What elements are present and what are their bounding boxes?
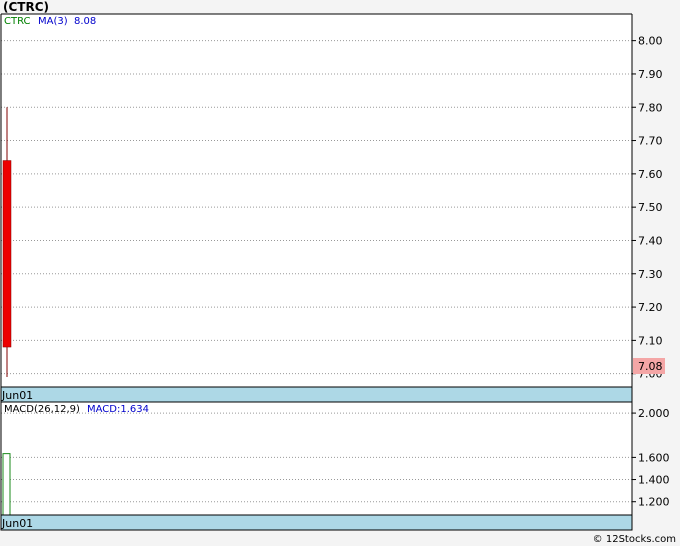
candle-body [2,160,12,348]
macd-panel [1,402,632,515]
macd-value: MACD:1.634 [87,404,149,415]
copyright-footer: © 12Stocks.com [592,534,676,545]
price-tick-label: 7.20 [638,301,663,314]
price-tick-label: 7.40 [638,234,663,247]
stock-chart: 7.007.107.207.307.407.507.607.707.807.90… [0,13,670,531]
price-tick-label: 7.30 [638,268,663,281]
macd-tick-label: 1.600 [638,451,670,464]
macd-tick-label: 1.400 [638,474,670,487]
ma-legend: MA(3) [38,16,68,27]
macd-bar [2,453,11,516]
price-tick-label: 8.00 [638,35,663,48]
macd-tick-label: 2.000 [638,407,670,420]
price-axis-ticks: 7.007.107.207.307.407.507.607.707.807.90… [632,35,663,381]
page-title: (CTRC) [3,0,50,14]
macd-bars [2,453,11,516]
ticker-legend: CTRC [4,16,31,27]
price-tick-label: 7.50 [638,201,663,214]
macd-tick-label: 1.200 [638,496,670,509]
price-panel [1,14,632,387]
price-date-strip [0,386,633,403]
price-tick-label: 7.70 [638,135,663,148]
last-price-value: 7.08 [638,360,663,373]
price-tick-label: 7.10 [638,334,663,347]
macd-date-strip [0,514,633,531]
macd-axis-ticks: 1.200 1.400 1.600 2.000 [632,407,670,509]
ma-value: 8.08 [74,16,96,27]
macd-date-label: Jun01 [1,517,33,530]
price-date-label: Jun01 [1,389,33,402]
macd-legend: MACD(26,12,9) [4,404,80,415]
price-tick-label: 7.60 [638,168,663,181]
price-tick-label: 7.80 [638,101,663,114]
price-tick-label: 7.90 [638,68,663,81]
